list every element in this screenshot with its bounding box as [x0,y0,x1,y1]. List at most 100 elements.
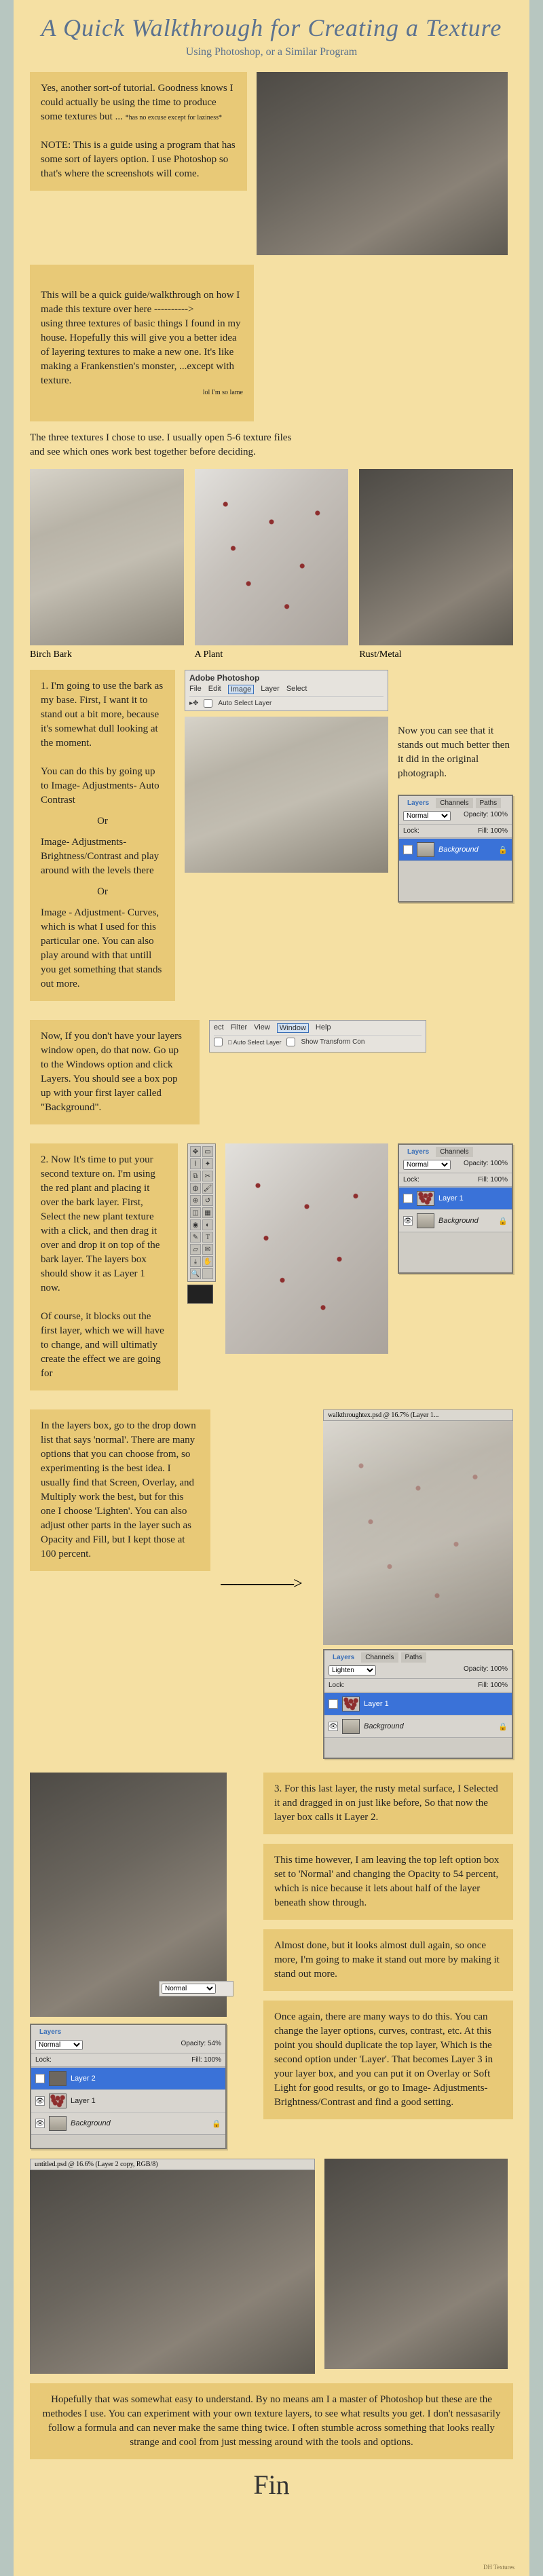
tool-wand[interactable]: ✦ [202,1158,213,1169]
bg-row3[interactable]: 👁 Background 🔒 [324,1715,512,1737]
menu-image[interactable]: Image [228,685,255,694]
layer1-row4[interactable]: 👁 Layer 1 [31,2089,225,2112]
tool-eyedrop[interactable]: ⤓ [190,1256,201,1267]
color-swatch[interactable] [187,1285,213,1304]
final-row: untitled.psd @ 16.6% (Layer 2 copy, RGB/… [30,2159,513,2374]
bark-image [30,469,184,645]
mini-blend-panel: Normal [159,1981,233,1996]
step3-result-image: Normal [30,1773,227,2017]
auto-select-label: Auto Select Layer [218,700,272,707]
step3-d: Once again, there are many ways to do th… [274,2011,493,2108]
tool-slice[interactable]: ✂ [202,1171,213,1181]
eye-icon-bg2[interactable]: 👁 [403,1216,413,1226]
layers-instruction-box: Now, If you don't have your layers windo… [30,1020,200,1124]
tool-crop[interactable]: ⧉ [190,1171,201,1181]
tool-blur[interactable]: ◉ [190,1219,201,1230]
move-tool-icon[interactable]: ▸✥ [189,700,198,707]
tool-lasso[interactable]: ⌇ [190,1158,201,1169]
bark-adjusted-image [185,717,388,873]
thumb-l1 [417,1191,434,1206]
fill-label: Fill: 100% [478,827,508,835]
tool-grad[interactable]: ▦ [202,1207,213,1218]
auto-select-checkbox[interactable] [204,699,212,708]
blend-text: In the layers box, go to the drop down l… [41,1420,196,1559]
tool-marquee[interactable]: ▭ [202,1146,213,1157]
layer-bg-label: Background [438,846,479,854]
menu-select[interactable]: Select [286,685,307,694]
intro-small: *has no excuse except for laziness* [126,114,222,121]
layer1-row3[interactable]: 👁 Layer 1 [324,1692,512,1715]
layers-tab2[interactable]: Layers [403,1147,433,1157]
step2-row: 2. Now It's time to put your second text… [30,1143,513,1400]
layers-tab3[interactable]: Layers [329,1652,358,1663]
layer1-label3: Layer 1 [364,1700,389,1708]
eye4a[interactable]: 👁 [35,2074,45,2083]
layer-background[interactable]: 👁 Background 🔒 [399,838,512,860]
paths-tab3[interactable]: Paths [401,1652,427,1663]
fill2: Fill: 100% [478,1176,508,1183]
thumb3b [342,1719,360,1734]
menu-file[interactable]: File [189,685,202,694]
blend-select-2[interactable]: Normal [403,1160,451,1170]
layers-tab[interactable]: Layers [403,798,433,808]
layers-row: Now, If you don't have your layers windo… [30,1020,513,1134]
tool-type[interactable]: T [202,1232,213,1243]
auto-select-label2: □ Auto Select Layer [228,1039,281,1046]
step2-box: 2. Now It's time to put your second text… [30,1143,178,1390]
step1-or2: Or [41,885,164,899]
eye3a[interactable]: 👁 [329,1699,338,1709]
tool-notes[interactable]: ✉ [202,1244,213,1255]
tool-zoom[interactable]: 🔍 [190,1268,201,1279]
channels-tab[interactable]: Channels [436,798,472,808]
eye4c[interactable]: 👁 [35,2119,45,2128]
channels-tab3[interactable]: Channels [361,1652,398,1663]
blend-select-lighten[interactable]: Lighten [329,1665,376,1675]
menu-filter[interactable]: Filter [231,1023,247,1033]
ps-title: Adobe Photoshop [189,673,383,683]
tool-history[interactable]: ↺ [202,1195,213,1206]
menu-layer[interactable]: Layer [261,685,280,694]
page: A Quick Walkthrough for Creating a Textu… [14,0,529,2576]
eye-icon-l1[interactable]: 👁 [403,1194,413,1203]
tool-hand[interactable]: ✋ [202,1256,213,1267]
layers-tab4[interactable]: Layers [35,2027,65,2037]
plant-layer-image [225,1143,388,1354]
layer-bg-row2[interactable]: 👁 Background 🔒 [399,1209,512,1232]
tool-move[interactable]: ✥ [190,1146,201,1157]
bridge-text: This will be a quick guide/walkthrough o… [41,290,241,386]
lock-icon: 🔒 [498,846,508,854]
eye-icon[interactable]: 👁 [403,845,413,854]
thumb4c [49,2116,67,2131]
tool-path[interactable]: ✎ [190,1232,201,1243]
tool-dodge[interactable]: ◐ [202,1219,213,1230]
tool-stamp[interactable]: ⊕ [190,1195,201,1206]
blend-select-normal-54[interactable]: Normal [162,1984,216,1994]
bg-row4[interactable]: 👁 Background 🔒 [31,2112,225,2134]
window-menu: ect Filter View Window Help □ Auto Selec… [209,1020,426,1053]
overlay-hint [323,1421,513,1645]
lock-icon3: 🔒 [498,1722,508,1731]
blend-mode-select[interactable]: Normal [403,811,451,821]
paths-tab[interactable]: Paths [476,798,502,808]
eye4b[interactable]: 👁 [35,2096,45,2106]
menu-help[interactable]: Help [316,1023,331,1033]
transform-cb[interactable] [286,1038,295,1046]
menu-window[interactable]: Window [277,1023,309,1033]
tool-eraser[interactable]: ◫ [190,1207,201,1218]
layer-1-row[interactable]: 👁 Layer 1 [399,1187,512,1209]
bark-caption: Birch Bark [30,649,184,660]
tool-brush[interactable]: 🖌 [202,1183,213,1194]
rust-caption: Rust/Metal [359,649,513,660]
menu-view[interactable]: View [254,1023,270,1033]
menu-edit[interactable]: Edit [208,685,221,694]
eye3b[interactable]: 👁 [329,1722,338,1731]
channels-tab2[interactable]: Channels [436,1147,472,1157]
blend-select-4[interactable]: Normal [35,2040,83,2050]
bg-label2: Background [438,1217,479,1225]
signature: Fin [30,2469,513,2501]
tool-heal[interactable]: ◍ [190,1183,201,1194]
layer2-row[interactable]: 👁 Layer 2 [31,2067,225,2089]
menu-ect[interactable]: ect [214,1023,224,1033]
tool-shape[interactable]: ▱ [190,1244,201,1255]
auto-select-cb2[interactable] [214,1038,223,1046]
